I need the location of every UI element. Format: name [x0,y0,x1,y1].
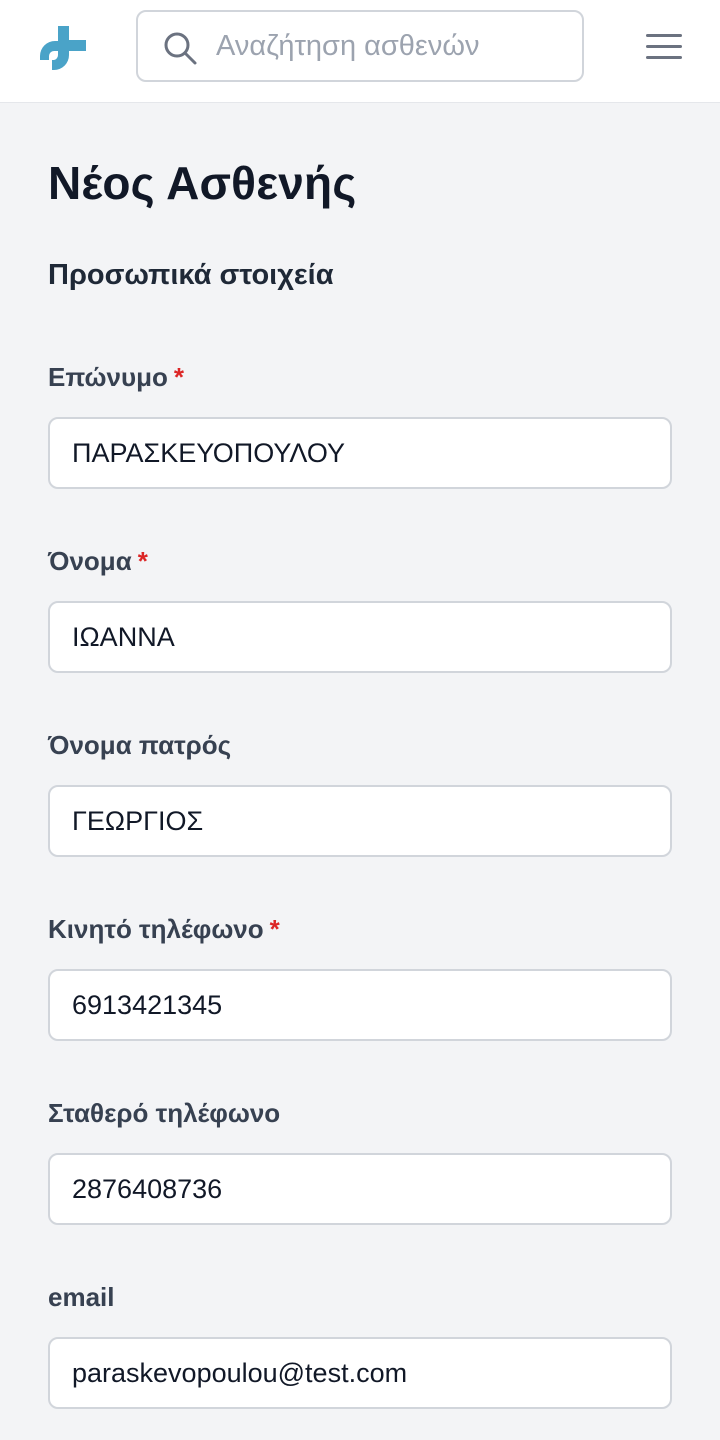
field-group-email: email [48,1281,672,1409]
search-icon [162,30,198,66]
father-name-label-text: Όνομα πατρός [48,730,232,760]
field-group-surname: Επώνυμο * [48,361,672,489]
menu-bar [646,45,682,48]
father-name-input[interactable] [48,785,672,857]
required-marker: * [137,546,148,576]
mobile-phone-label: Κινητό τηλέφωνο * [48,913,672,945]
first-name-label: Όνομα * [48,545,672,577]
required-marker: * [173,362,184,392]
field-group-first-name: Όνομα * [48,545,672,673]
required-marker: * [269,914,280,944]
hamburger-menu-icon[interactable] [640,26,688,66]
first-name-input[interactable] [48,601,672,673]
landline-phone-label: Σταθερό τηλέφωνο [48,1097,672,1129]
email-label-text: email [48,1282,115,1312]
field-group-landline-phone: Σταθερό τηλέφωνο [48,1097,672,1225]
email-label: email [48,1281,672,1313]
field-group-mobile-phone: Κινητό τηλέφωνο * [48,913,672,1041]
surname-label: Επώνυμο * [48,361,672,393]
search-box[interactable] [136,10,584,82]
landline-phone-input[interactable] [48,1153,672,1225]
first-name-label-text: Όνομα [48,546,132,576]
mobile-phone-label-text: Κινητό τηλέφωνο [48,914,264,944]
field-group-father-name: Όνομα πατρός [48,729,672,857]
page-title: Νέος Ασθενής [48,157,357,209]
surname-input[interactable] [48,417,672,489]
email-input[interactable] [48,1337,672,1409]
main-content: Νέος Ασθενής Προσωπικά στοιχεία Επώνυμο *… [48,103,672,1409]
menu-bar [646,34,682,37]
surname-label-text: Επώνυμο [48,362,168,392]
landline-phone-label-text: Σταθερό τηλέφωνο [48,1098,281,1128]
medical-cross-logo-icon[interactable] [40,24,88,72]
search-input[interactable] [216,20,566,72]
top-navigation-bar [0,0,720,103]
menu-bar [646,56,682,59]
mobile-phone-input[interactable] [48,969,672,1041]
father-name-label: Όνομα πατρός [48,729,672,761]
section-title-personal-info: Προσωπικά στοιχεία [48,259,334,291]
